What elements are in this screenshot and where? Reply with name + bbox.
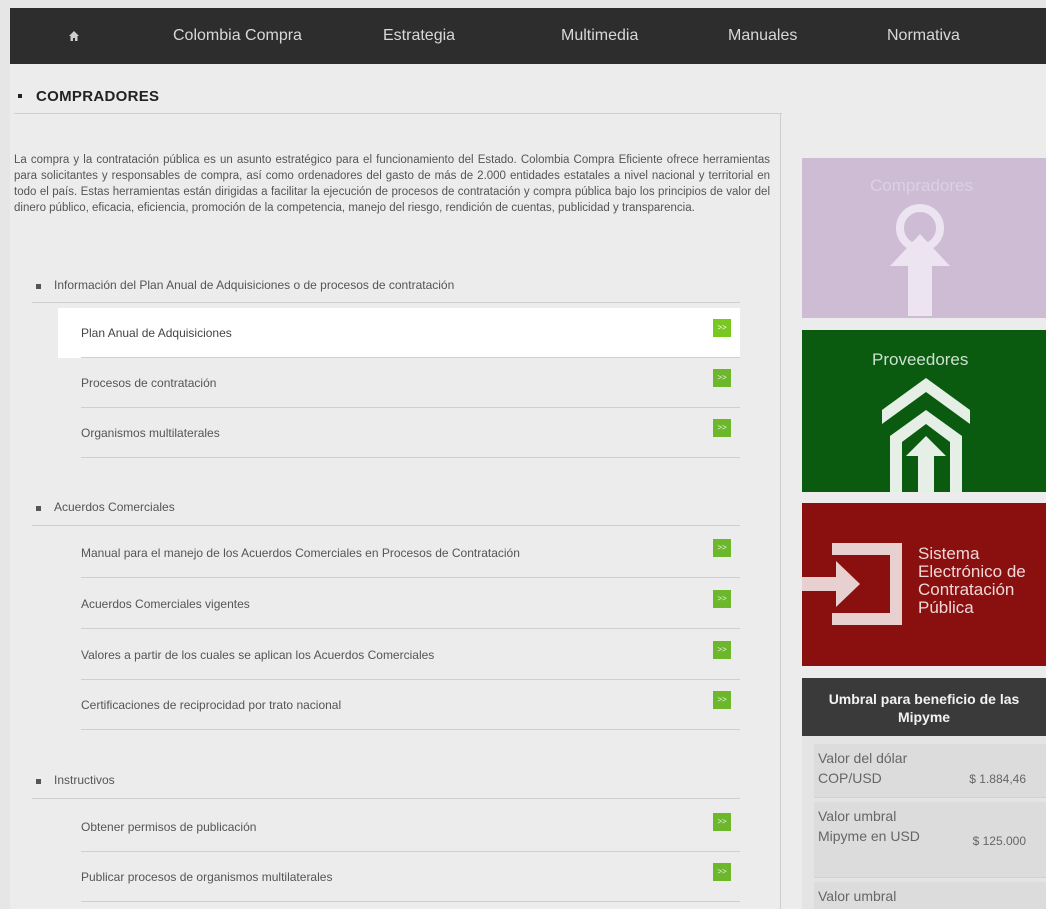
group-divider [32, 798, 740, 799]
row-divider [81, 628, 740, 629]
link-label: Obtener permisos de publicación [81, 820, 257, 834]
tile-label: Compradores [870, 176, 973, 195]
arrow-right-icon[interactable]: >> [713, 813, 731, 831]
link-label: Certificaciones de reciprocidad por trat… [81, 698, 342, 712]
group-bullet [36, 506, 41, 511]
umbral-title: Umbral para beneficio de las Mipyme [802, 678, 1046, 736]
group-divider [32, 525, 740, 526]
group-title-plan-anual: Información del Plan Anual de Adquisicio… [54, 278, 455, 292]
arrow-right-icon[interactable]: >> [713, 539, 731, 557]
arrow-right-icon[interactable]: >> [713, 369, 731, 387]
page-title: COMPRADORES [36, 88, 160, 105]
arrow-right-icon[interactable]: >> [713, 863, 731, 881]
nav-multimedia[interactable]: Multimedia [561, 8, 638, 64]
intro-paragraph: La compra y la contratación pública es u… [14, 154, 770, 214]
arrow-right-icon[interactable]: >> [713, 641, 731, 659]
link-label: Acuerdos Comerciales vigentes [81, 597, 250, 611]
group-bullet [36, 779, 41, 784]
column-divider [780, 114, 781, 909]
tile-secop[interactable]: Sistema Electrónico de Contratación Públ… [802, 503, 1046, 666]
umbral-row-mipyme: Valor umbral Mipyme en USD $ 125.000 [814, 802, 1046, 878]
link-publicar-organismos[interactable]: Publicar procesos de organismos multilat… [58, 852, 740, 902]
link-procesos-contratacion[interactable]: Procesos de contratación >> [58, 358, 740, 408]
arrow-right-icon[interactable]: >> [713, 419, 731, 437]
arrow-right-icon[interactable]: >> [713, 691, 731, 709]
tile-label: Proveedores [872, 350, 969, 369]
link-label: Procesos de contratación [81, 376, 217, 390]
link-permisos-publicacion[interactable]: Obtener permisos de publicación >> [58, 802, 740, 852]
link-valores-acuerdos[interactable]: Valores a partir de los cuales se aplica… [58, 630, 740, 680]
link-label: Publicar procesos de organismos multilat… [81, 870, 333, 884]
section-header: COMPRADORES [14, 72, 782, 114]
umbral-row-valor: Valor umbral [814, 882, 1046, 909]
umbral-label: Valor umbral Mipyme en USD [818, 808, 920, 844]
house-arrow-icon [882, 378, 970, 492]
group-title-instructivos: Instructivos [54, 773, 115, 787]
umbral-row-dolar: Valor del dólar COP/USD $ 1.884,46 [814, 744, 1046, 798]
link-label: Valores a partir de los cuales se aplica… [81, 648, 435, 662]
link-organismos-multilaterales[interactable]: Organismos multilaterales >> [58, 408, 740, 458]
nav-estrategia[interactable]: Estrategia [383, 8, 455, 64]
link-acuerdos-vigentes[interactable]: Acuerdos Comerciales vigentes >> [58, 579, 740, 629]
umbral-panel: Valor del dólar COP/USD $ 1.884,46 Valor… [802, 736, 1046, 909]
tile-proveedores[interactable]: Proveedores [802, 330, 1046, 492]
arrow-up-person-icon [890, 204, 950, 316]
home-icon[interactable] [67, 8, 81, 64]
umbral-label: Valor del dólar COP/USD [818, 750, 908, 786]
arrow-right-icon[interactable]: >> [713, 590, 731, 608]
umbral-value: $ 125.000 [972, 834, 1026, 848]
arrow-right-icon[interactable]: >> [713, 319, 731, 337]
link-label: Manual para el manejo de los Acuerdos Co… [81, 546, 520, 560]
top-nav: Colombia Compra Estrategia Multimedia Ma… [10, 8, 1046, 64]
link-label: Organismos multilaterales [81, 426, 220, 440]
row-divider [81, 577, 740, 578]
link-plan-anual-adquisiciones[interactable]: Plan Anual de Adquisiciones >> [58, 308, 740, 358]
row-divider [81, 901, 740, 902]
nav-normativa[interactable]: Normativa [887, 8, 960, 64]
header-bullet [18, 94, 22, 98]
tile-label: Sistema Electrónico de Contratación Públ… [918, 544, 1026, 617]
row-divider [81, 729, 740, 730]
nav-manuales[interactable]: Manuales [728, 8, 797, 64]
row-divider [81, 457, 740, 458]
enter-arrow-icon [802, 543, 902, 625]
tile-compradores[interactable]: Compradores [802, 158, 1046, 318]
group-divider [32, 302, 740, 303]
link-label: Plan Anual de Adquisiciones [81, 326, 232, 340]
group-title-acuerdos-comerciales: Acuerdos Comerciales [54, 500, 175, 514]
group-bullet [36, 284, 41, 289]
umbral-label: Valor umbral [818, 888, 897, 904]
nav-colombia-compra[interactable]: Colombia Compra [173, 8, 302, 64]
link-certificaciones-reciprocidad[interactable]: Certificaciones de reciprocidad por trat… [58, 680, 740, 730]
link-manual-acuerdos[interactable]: Manual para el manejo de los Acuerdos Co… [58, 528, 740, 578]
umbral-value: $ 1.884,46 [969, 772, 1026, 786]
